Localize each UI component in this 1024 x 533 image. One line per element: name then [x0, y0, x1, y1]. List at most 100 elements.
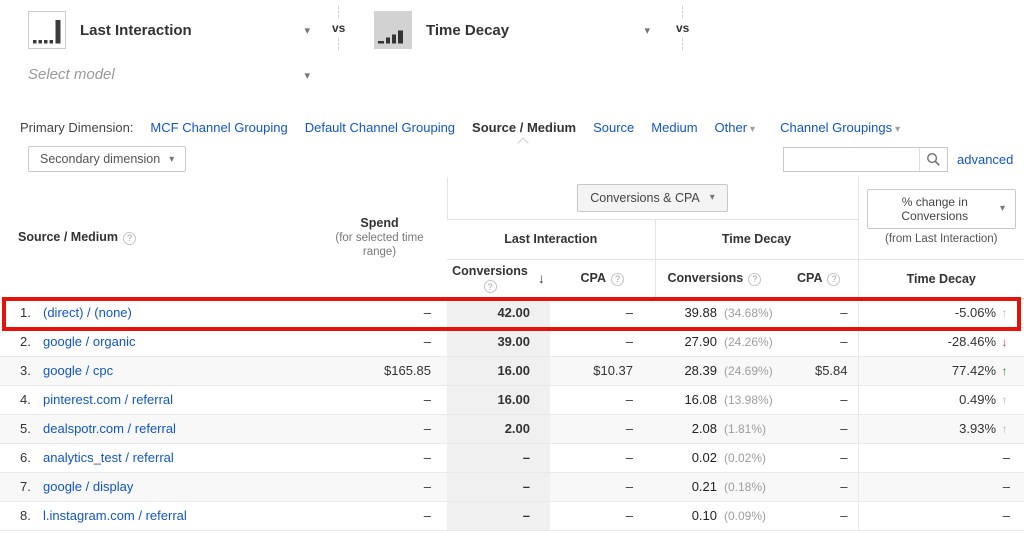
- spend-cell: –: [310, 501, 447, 530]
- td-conversions-cell: 16.08(13.98%): [655, 385, 780, 414]
- model-slot-2[interactable]: Time Decay ▾: [374, 10, 650, 50]
- spend-column-header[interactable]: Spend (for selected time range): [310, 177, 447, 298]
- change-metric-dropdown[interactable]: % change in Conversions ▾: [867, 189, 1017, 229]
- change-cell: –: [858, 501, 1024, 530]
- li-conversions-cell: –: [447, 472, 550, 501]
- row-rank: 5.: [20, 421, 43, 436]
- dashed-divider: [338, 6, 339, 18]
- chevron-down-icon: ▾: [304, 69, 310, 82]
- search-icon: [926, 152, 941, 167]
- td-conversions-cell: 0.02(0.02%): [655, 443, 780, 472]
- spend-header-label: Spend: [321, 216, 439, 230]
- td-cpa-cell: –: [780, 327, 858, 356]
- help-icon[interactable]: ?: [484, 280, 497, 293]
- source-medium-link[interactable]: google / display: [43, 479, 133, 494]
- td-cpa-column-header[interactable]: CPA?: [780, 259, 858, 298]
- change-cell: -28.46%↓: [858, 327, 1024, 356]
- td-conversions-column-header[interactable]: Conversions?: [655, 259, 780, 298]
- dashed-divider: [682, 38, 683, 50]
- source-medium-link[interactable]: l.instagram.com / referral: [43, 508, 187, 523]
- source-medium-link[interactable]: google / organic: [43, 334, 136, 349]
- metric-selector-label: Conversions & CPA: [590, 191, 700, 205]
- dashed-divider: [682, 6, 683, 18]
- change-value: 3.93%: [959, 421, 996, 436]
- source-medium-cell: 8.l.instagram.com / referral: [0, 501, 310, 530]
- change-selector-cell: % change in Conversions ▾ (from Last Int…: [858, 177, 1024, 259]
- li-conversions-cell: –: [447, 501, 550, 530]
- dimension-default-channel-grouping[interactable]: Default Channel Grouping: [305, 120, 455, 135]
- li-conversions-column-header[interactable]: Conversions ? ↓: [447, 259, 550, 298]
- li-conversions-cell: 16.00: [447, 385, 550, 414]
- source-medium-column-header[interactable]: Source / Medium?: [0, 177, 310, 298]
- change-cell: –: [858, 443, 1024, 472]
- td-cpa-cell: $5.84: [780, 356, 858, 385]
- vs-separator: vs: [676, 6, 689, 50]
- help-icon[interactable]: ?: [748, 273, 761, 286]
- dimension-channel-groupings-dropdown[interactable]: Channel Groupings▾: [780, 120, 900, 135]
- change-value: –: [1003, 450, 1010, 465]
- dimension-mcf-channel-grouping[interactable]: MCF Channel Grouping: [150, 120, 287, 135]
- last-interaction-icon: [28, 11, 66, 49]
- spend-cell: –: [310, 385, 447, 414]
- advanced-search-link[interactable]: advanced: [957, 152, 1013, 167]
- li-cpa-header-label: CPA: [581, 271, 606, 285]
- source-medium-header-label: Source / Medium: [18, 230, 118, 244]
- search-button[interactable]: [919, 148, 947, 171]
- change-value: –: [1003, 508, 1010, 523]
- source-medium-link[interactable]: pinterest.com / referral: [43, 392, 173, 407]
- mcf-comparison-table: Source / Medium? Spend (for selected tim…: [0, 177, 1024, 531]
- td-conversions-header-label: Conversions: [668, 271, 744, 285]
- trend-icon: ↑: [999, 306, 1010, 320]
- trend-icon: ↓: [999, 335, 1010, 349]
- td-conversions-share: (0.09%): [724, 509, 766, 523]
- td-conversions-cell: 28.39(24.69%): [655, 356, 780, 385]
- dimension-other-dropdown[interactable]: Other▾: [715, 120, 756, 135]
- dimension-source-medium[interactable]: Source / Medium: [472, 120, 576, 135]
- td-conversions-value: 27.90: [667, 334, 717, 349]
- table-search: [783, 147, 948, 172]
- source-medium-link[interactable]: dealspotr.com / referral: [43, 421, 176, 436]
- dimension-medium[interactable]: Medium: [651, 120, 697, 135]
- help-icon[interactable]: ?: [611, 273, 624, 286]
- td-cpa-cell: –: [780, 443, 858, 472]
- vs-separator: vs: [332, 6, 345, 50]
- model-slot-1[interactable]: Last Interaction ▾: [28, 10, 310, 50]
- primary-dimension-bar: Primary Dimension: MCF Channel Grouping …: [20, 120, 900, 135]
- change-value: 77.42%: [952, 363, 996, 378]
- source-medium-link[interactable]: google / cpc: [43, 363, 113, 378]
- td-conversions-value: 0.02: [667, 450, 717, 465]
- source-medium-cell: 7.google / display: [0, 472, 310, 501]
- dimension-channel-groupings-label: Channel Groupings: [780, 120, 892, 135]
- li-conversions-cell: 39.00: [447, 327, 550, 356]
- help-icon[interactable]: ?: [123, 232, 136, 245]
- source-medium-link[interactable]: analytics_test / referral: [43, 450, 174, 465]
- dimension-source-medium-label: Source / Medium: [472, 120, 576, 135]
- metric-selector-dropdown[interactable]: Conversions & CPA ▾: [577, 184, 728, 212]
- help-icon[interactable]: ?: [827, 273, 840, 286]
- source-medium-link[interactable]: (direct) / (none): [43, 305, 132, 320]
- td-conversions-value: 2.08: [667, 421, 717, 436]
- td-conversions-value: 39.88: [667, 305, 717, 320]
- model-slot-3-select[interactable]: Select model ▾: [28, 66, 310, 84]
- dimension-source[interactable]: Source: [593, 120, 634, 135]
- secondary-dimension-button[interactable]: Secondary dimension ▾: [28, 146, 186, 172]
- chevron-down-icon: ▾: [169, 154, 174, 165]
- time-decay-group-header: Time Decay: [655, 219, 858, 259]
- change-cell: -5.06%↑: [858, 298, 1024, 327]
- search-input[interactable]: [784, 148, 919, 171]
- td-conversions-share: (1.81%): [724, 422, 766, 436]
- chevron-down-icon: ▾: [644, 24, 650, 37]
- row-rank: 7.: [20, 479, 43, 494]
- row-rank: 6.: [20, 450, 43, 465]
- chevron-down-icon: ▾: [895, 124, 900, 135]
- trend-icon: ↑: [999, 364, 1010, 378]
- trend-icon: ↑: [999, 422, 1010, 436]
- row-rank: 1.: [20, 305, 43, 320]
- change-column-header[interactable]: Time Decay: [858, 259, 1024, 298]
- li-conversions-cell: 42.00: [447, 298, 550, 327]
- li-cpa-cell: –: [550, 298, 655, 327]
- table-row: 5.dealspotr.com / referral – 2.00 – 2.08…: [0, 414, 1024, 443]
- li-cpa-column-header[interactable]: CPA?: [550, 259, 655, 298]
- table-row: 4.pinterest.com / referral – 16.00 – 16.…: [0, 385, 1024, 414]
- change-value: -5.06%: [955, 305, 996, 320]
